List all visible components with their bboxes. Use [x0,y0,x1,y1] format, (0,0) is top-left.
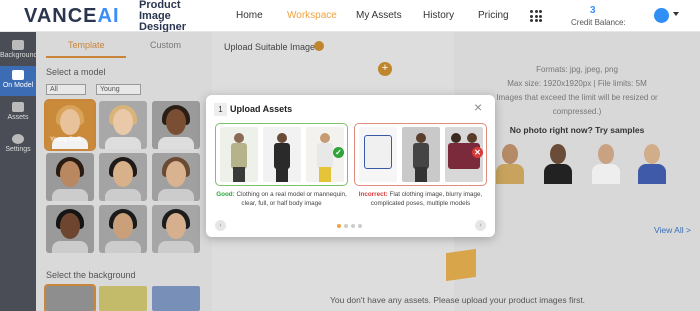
gear-icon [12,134,24,144]
carousel-dot[interactable] [344,224,348,228]
apps-grid-icon[interactable] [530,10,542,22]
add-icon[interactable]: + [378,62,392,76]
next-arrow-icon[interactable]: › [475,220,486,231]
background-swatch[interactable] [99,286,147,311]
step-number: 1 [214,103,227,116]
check-icon: ✓ [333,147,344,158]
background-swatch[interactable] [44,284,96,311]
top-header: VANCEAI Product Image Designer Home Work… [0,0,700,33]
error-icon: ✕ [472,147,483,158]
model-thumb[interactable] [152,153,200,201]
view-all-link[interactable]: View All > [654,225,691,235]
left-sidebar: Background On Model Assets Settings [0,32,37,311]
background-swatch[interactable] [152,286,200,311]
tab-custom[interactable]: Custom [150,40,181,50]
sidebar-item-on-model[interactable]: On Model [0,66,36,96]
carousel-dots[interactable] [337,224,362,228]
model-thumb[interactable] [99,205,147,253]
nav-my-assets[interactable]: My Assets [356,10,402,21]
close-icon[interactable]: × [474,100,482,114]
model-thumb[interactable] [46,205,94,253]
carousel-dot[interactable] [337,224,341,228]
nav-history[interactable]: History [423,10,454,21]
user-avatar[interactable] [654,8,669,23]
max-size-text: Max size: 1920x1920px | File limits: 5M [507,79,647,88]
tab-template[interactable]: Template [68,40,105,50]
category-select[interactable]: All [46,84,86,95]
upload-title: Upload Suitable Image [224,42,316,52]
incorrect-caption: Incorrect: Flat clothing image, blurry i… [358,191,483,207]
model-thumb[interactable] [99,153,147,201]
upload-assets-modal: 1 Upload Assets × ✓ ✕ Good: Clothing on … [206,95,495,237]
model-thumb[interactable] [46,153,94,201]
nav-pricing[interactable]: Pricing [478,10,509,21]
example-photo [359,127,397,182]
tab-underline [46,56,126,58]
model-panel: Template Custom Select a model All Young… [36,32,212,311]
sample-image[interactable] [634,140,670,184]
model-thumb[interactable] [152,101,200,149]
folder-icon [12,102,24,112]
select-model-label: Select a model [46,67,106,77]
example-photo [263,127,301,182]
sample-image[interactable] [588,140,624,184]
model-thumb[interactable] [152,205,200,253]
shirt-icon [12,70,24,80]
example-photo [402,127,440,182]
credit-balance-label: Credit Balance: [571,18,626,27]
good-caption: Good: Clothing on a real model or manneq… [216,191,347,207]
incorrect-examples-card [354,123,487,186]
carousel-dot[interactable] [358,224,362,228]
age-select[interactable]: Young [96,84,141,95]
image-icon [12,40,24,50]
sample-image[interactable] [540,140,576,184]
example-photo [220,127,258,182]
formats-text: Formats: jpg, jpeg, png [536,65,618,74]
product-name: Product Image Designer [139,0,187,33]
carousel-dot[interactable] [351,224,355,228]
chevron-down-icon[interactable] [673,12,679,16]
vanceai-logo[interactable]: VANCEAI [24,5,120,28]
nav-home[interactable]: Home [236,10,263,21]
model-thumb-young-girl5[interactable]: Young Girl5 [44,99,96,151]
modal-title: Upload Assets [230,104,293,114]
nav-workspace[interactable]: Workspace [287,10,337,21]
good-examples-card [215,123,348,186]
help-icon[interactable] [314,41,324,51]
sample-image[interactable] [492,140,528,184]
sidebar-item-settings[interactable]: Settings [0,130,36,160]
empty-box-icon [446,248,476,282]
prev-arrow-icon[interactable]: ‹ [215,220,226,231]
model-thumb[interactable] [99,101,147,149]
empty-assets-text: You don't have any assets. Please upload… [330,295,586,305]
sidebar-item-background[interactable]: Background [0,36,37,66]
select-background-label: Select the background [46,270,136,280]
sidebar-item-assets[interactable]: Assets [0,98,36,128]
credit-balance-value: 3 [590,5,596,16]
